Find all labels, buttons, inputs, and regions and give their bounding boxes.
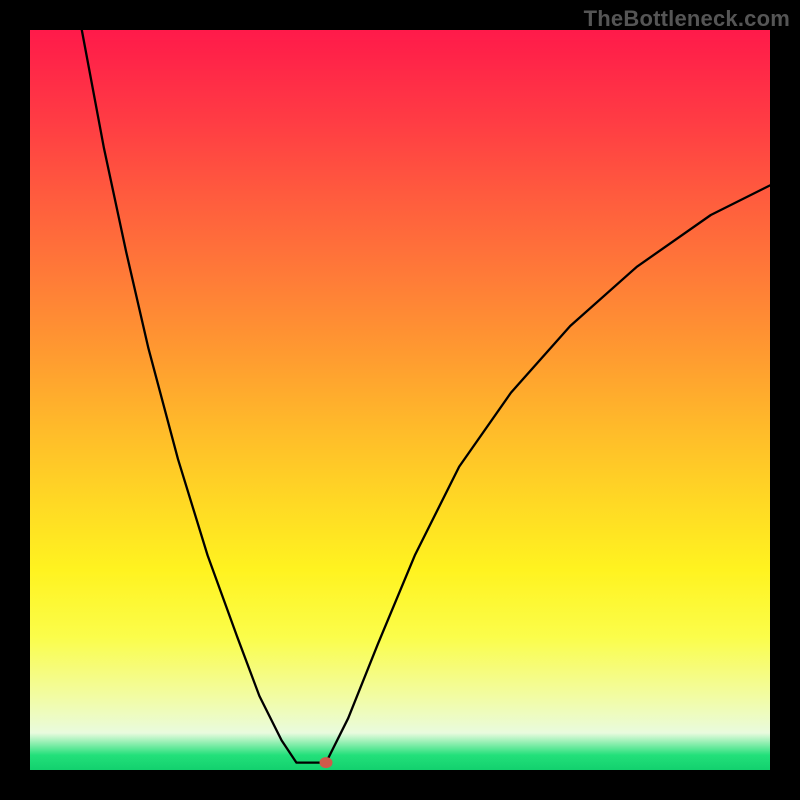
curve-layer	[30, 30, 770, 770]
min-marker	[320, 758, 332, 768]
watermark-text: TheBottleneck.com	[584, 6, 790, 32]
bottleneck-curve	[82, 30, 770, 763]
chart-frame: TheBottleneck.com	[0, 0, 800, 800]
curve-group	[82, 30, 770, 763]
plot-area	[30, 30, 770, 770]
